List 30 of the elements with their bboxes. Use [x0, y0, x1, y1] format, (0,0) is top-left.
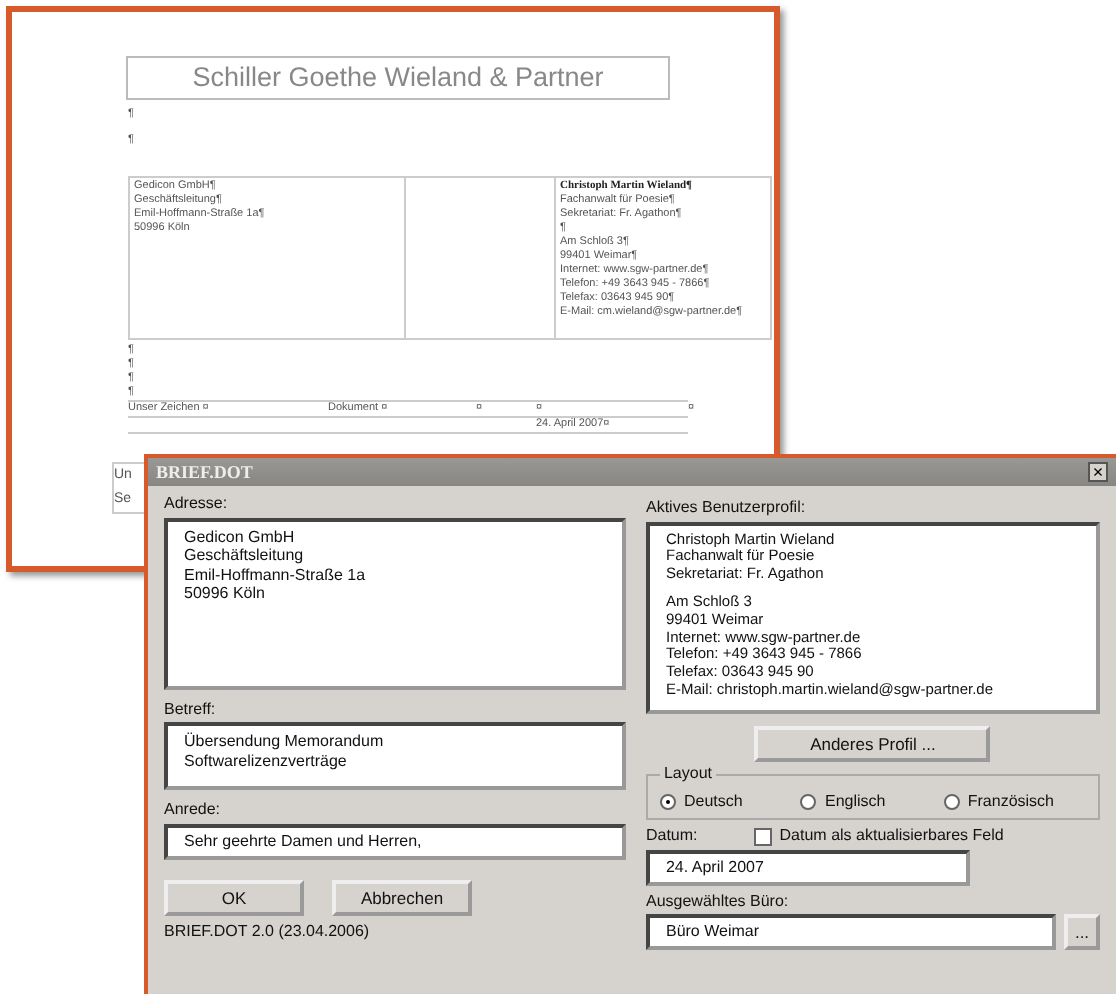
window-title: BRIEF.DOT — [156, 461, 253, 483]
field-label: Datum: — [645, 826, 698, 846]
language-radio[interactable]: Französisch — [943, 791, 1054, 811]
letterhead: Schiller Goethe Wieland & Partner — [126, 56, 670, 100]
text-line: Softwarelizenzverträge — [184, 751, 349, 771]
text-line: Emil-Hoffmann-Straße 1a — [184, 565, 368, 585]
text-line: Geschäftsleitung — [184, 546, 306, 566]
close-button[interactable]: × — [1088, 462, 1108, 482]
profile-button[interactable]: Anderes Profil ... — [754, 725, 991, 762]
office-field[interactable]: Büro Weimar — [645, 914, 1056, 950]
subject-field[interactable]: Übersendung Memorandum Softwarelizenzverträge — [164, 722, 626, 791]
field-label: Aktives Benutzerprofil: — [645, 498, 808, 518]
browse-button[interactable]: ... — [1064, 914, 1100, 950]
field-label: Ausgewähltes Büro: — [645, 891, 791, 911]
language-radio[interactable]: Englisch — [800, 791, 886, 811]
field-label: Adresse: — [164, 494, 230, 514]
address-field[interactable]: Gedicon GmbH Geschäftsleitung Emil-Hoffmann-Straße 1a 50996 Köln — [164, 517, 626, 690]
language-radio[interactable]: Deutsch — [659, 791, 743, 811]
date-field[interactable]: 24. April 2007 — [645, 849, 970, 886]
text-line: Gedicon GmbH — [184, 527, 297, 547]
field-label: Anrede: — [164, 800, 223, 820]
text-line: Übersendung Memorandum — [184, 732, 386, 752]
group-label: Layout — [659, 763, 717, 783]
version-label: BRIEF.DOT 2.0 (23.04.2006) — [164, 921, 372, 942]
dialog-button[interactable]: Abbrechen — [332, 879, 472, 916]
date-checkbox[interactable]: Datum als aktualisierbares Feld — [753, 826, 1004, 846]
field-label: Betreff: — [164, 699, 218, 719]
dialog-button[interactable]: OK — [164, 879, 304, 916]
salutation-field[interactable]: Sehr geehrte Damen und Herren, — [164, 823, 626, 860]
text-line: 50996 Köln — [184, 584, 267, 604]
